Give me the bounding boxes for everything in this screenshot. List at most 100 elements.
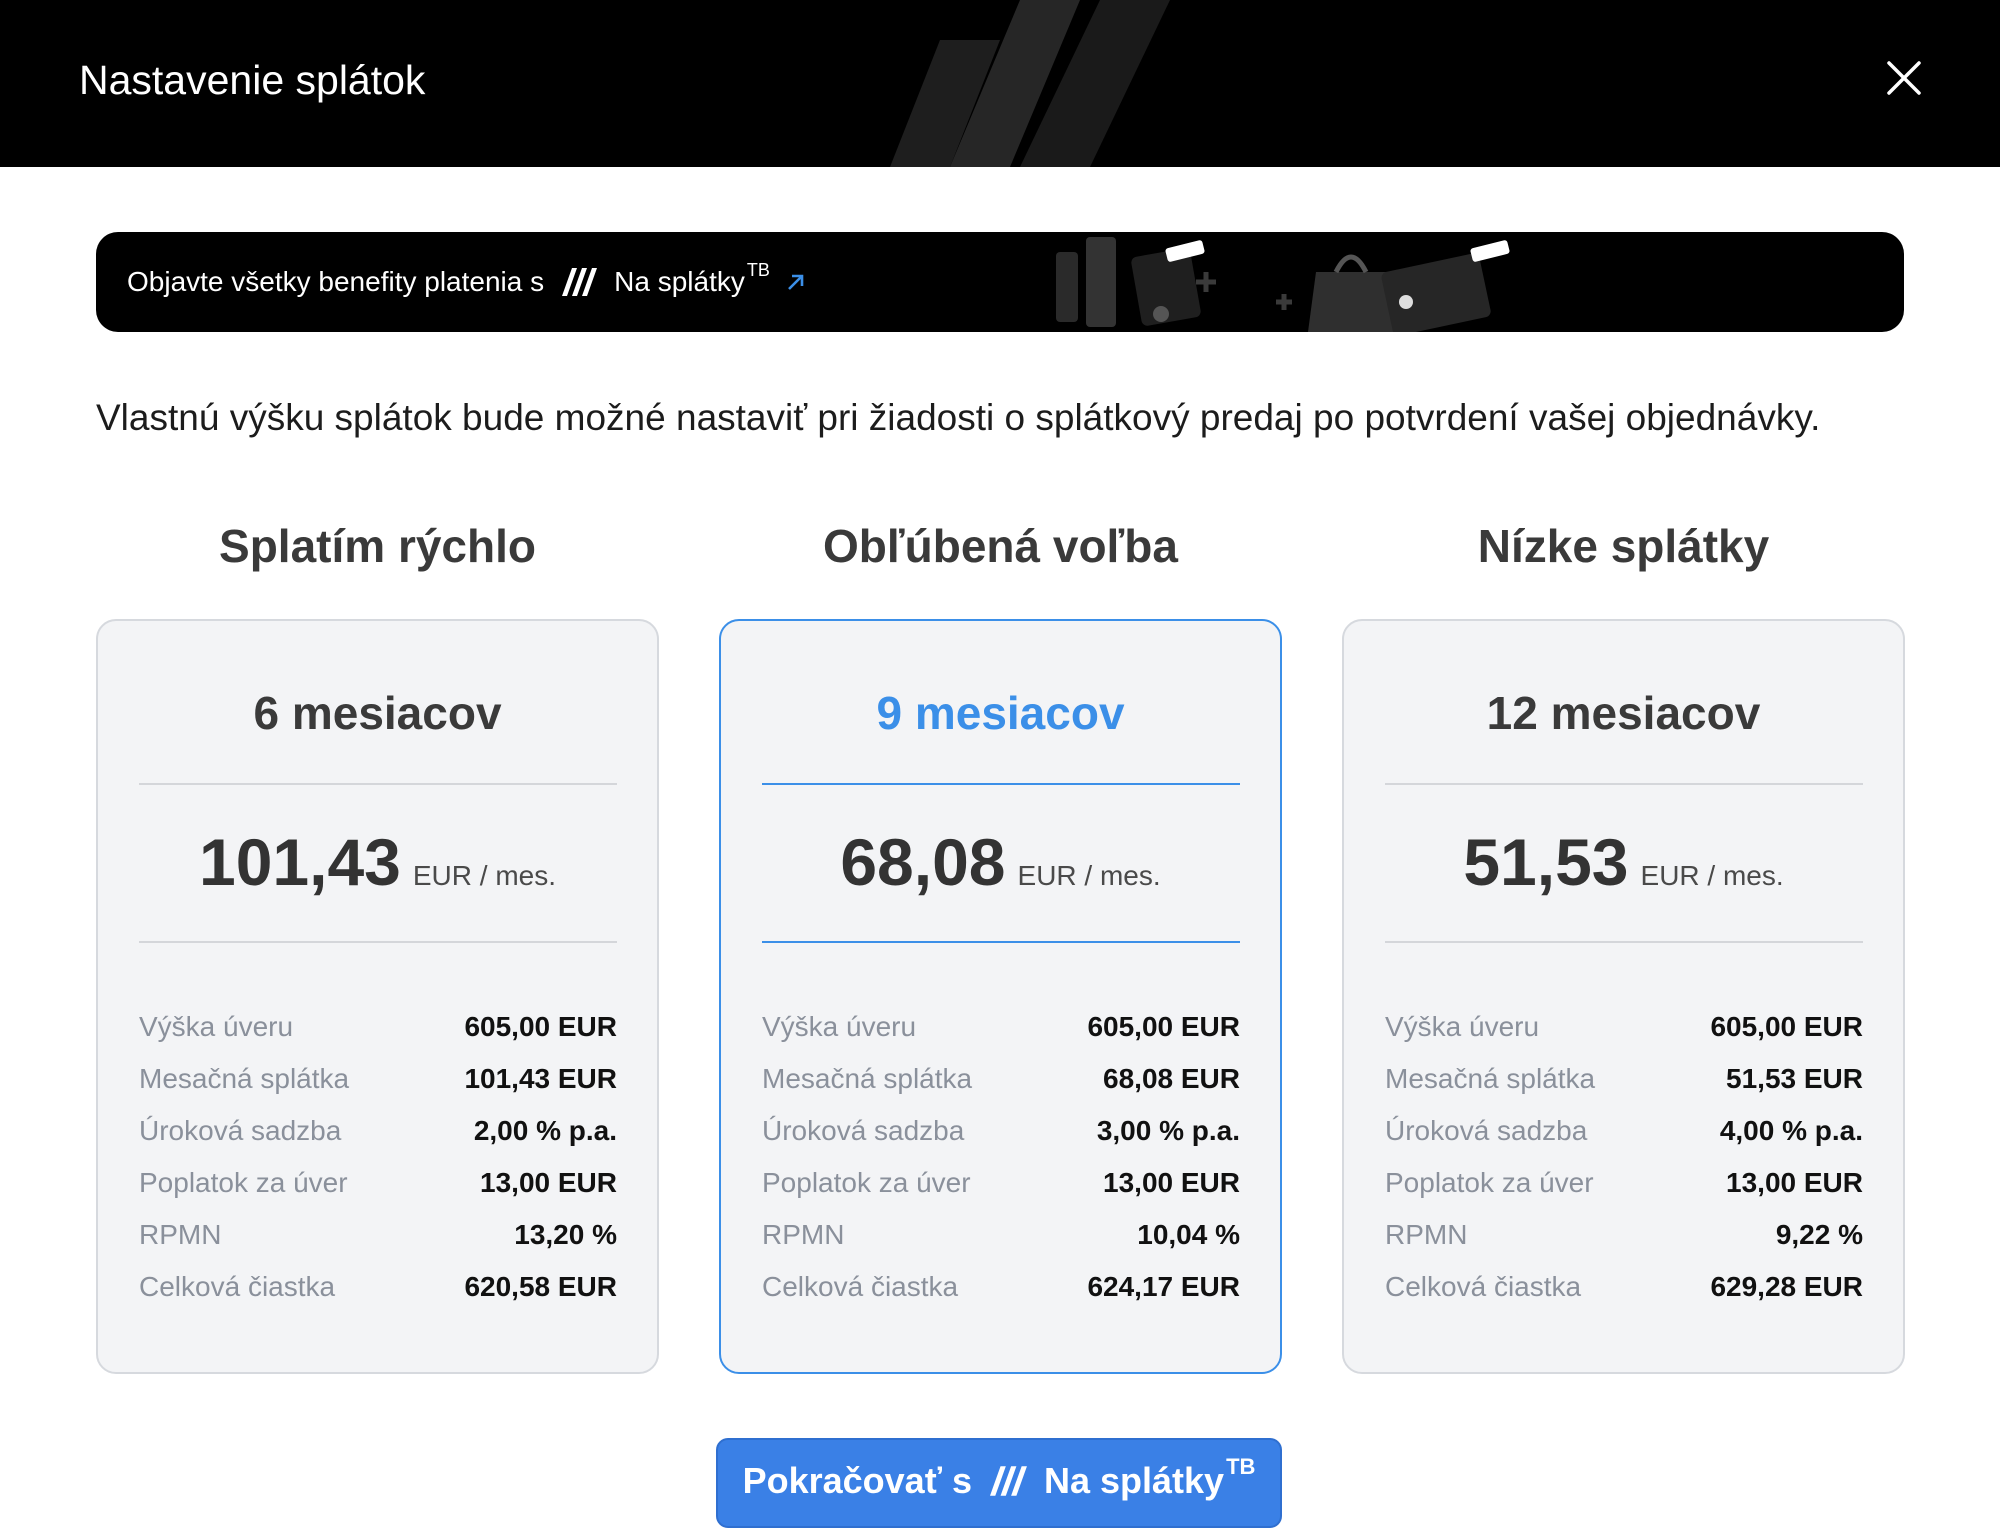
detail-value: 624,17 EUR [1087, 1271, 1240, 1302]
banner-illustration [1056, 237, 1510, 332]
detail-label: RPMN [1385, 1219, 1468, 1250]
banner-text: Objavte všetky benefity platenia s Na sp… [127, 232, 806, 332]
detail-label: Výška úveru [1385, 1011, 1540, 1042]
detail-value: 605,00 EUR [1087, 1011, 1240, 1042]
card-divider [1385, 783, 1863, 785]
option-title-fast: Splatím rýchlo [219, 520, 536, 572]
detail-row: RPMN 10,04 % [762, 1209, 1240, 1261]
detail-row: Úroková sadzba 2,00 % p.a. [139, 1105, 617, 1157]
brand-logo-icon [562, 268, 598, 296]
details-list: Výška úveru 605,00 EUR Mesačná splátka 51,… [1385, 1001, 1863, 1313]
card-divider [139, 941, 617, 943]
card-price: 51,53 EUR / mes. [1344, 817, 1903, 907]
option-card-12-months[interactable]: 12 mesiacov 51,53 EUR / mes. Výška úveru… [1342, 619, 1905, 1374]
close-button[interactable] [1880, 54, 1928, 102]
continue-button-brand-sup: TB [1226, 1454, 1256, 1479]
option-title-low: Nízke splátky [1477, 520, 1770, 572]
option-title-popular: Obľúbená voľba [823, 520, 1178, 572]
close-icon [1887, 61, 1921, 95]
intro-text: Vlastnú výšku splátok bude možné nastavi… [96, 397, 1821, 438]
detail-value: 620,58 EUR [464, 1271, 617, 1302]
detail-row: RPMN 13,20 % [139, 1209, 617, 1261]
continue-button-label: Pokračovať s [742, 1460, 972, 1501]
detail-value: 605,00 EUR [464, 1011, 617, 1042]
card-divider [1385, 941, 1863, 943]
detail-row: Úroková sadzba 4,00 % p.a. [1385, 1105, 1863, 1157]
detail-label: Výška úveru [139, 1011, 294, 1042]
benefits-banner[interactable]: Objavte všetky benefity platenia s Na sp… [96, 232, 1904, 332]
detail-row: Mesačná splátka 68,08 EUR [762, 1053, 1240, 1105]
detail-value: 13,00 EUR [1103, 1167, 1240, 1198]
detail-row: Celková čiastka 624,17 EUR [762, 1261, 1240, 1313]
card-months: 6 mesiacov [253, 687, 502, 739]
detail-value: 3,00 % p.a. [1096, 1115, 1240, 1146]
modal-title: Nastavenie splátok [79, 57, 426, 103]
detail-value: 68,08 EUR [1103, 1063, 1240, 1094]
monthly-price: 101,43 [198, 825, 401, 899]
detail-row: Mesačná splátka 51,53 EUR [1385, 1053, 1863, 1105]
card-divider [762, 941, 1240, 943]
detail-label: Poplatok za úver [762, 1167, 971, 1198]
card-months: 12 mesiacov [1486, 687, 1761, 739]
brand-logo-icon [989, 1466, 1027, 1496]
card-divider [762, 783, 1240, 785]
detail-label: Poplatok za úver [139, 1167, 348, 1198]
detail-label: Mesačná splátka [139, 1063, 350, 1094]
detail-value: 2,00 % p.a. [473, 1115, 617, 1146]
banner-brand-sup: TB [746, 259, 770, 280]
detail-label: Celková čiastka [1385, 1271, 1582, 1302]
detail-value: 13,20 % [514, 1219, 617, 1250]
detail-row: Poplatok za úver 13,00 EUR [762, 1157, 1240, 1209]
detail-label: Výška úveru [762, 1011, 917, 1042]
detail-label: Mesačná splátka [762, 1063, 973, 1094]
banner-label: Objavte všetky benefity platenia s [127, 266, 545, 297]
detail-label: Celková čiastka [762, 1271, 959, 1302]
card-price: 101,43 EUR / mes. [98, 817, 657, 907]
card-months: 9 mesiacov [876, 687, 1125, 739]
monthly-price: 68,08 [840, 825, 1006, 899]
option-card-9-months[interactable]: 9 mesiacov 68,08 EUR / mes. Výška úveru 6… [719, 619, 1282, 1374]
continue-button-brand: Na splátky [1043, 1460, 1225, 1501]
price-unit: EUR / mes. [412, 860, 556, 891]
detail-value: 51,53 EUR [1726, 1063, 1863, 1094]
monthly-price: 51,53 [1463, 825, 1629, 899]
detail-row: Poplatok za úver 13,00 EUR [139, 1157, 617, 1209]
detail-value: 4,00 % p.a. [1719, 1115, 1863, 1146]
detail-value: 9,22 % [1775, 1219, 1863, 1250]
detail-label: Úroková sadzba [1385, 1115, 1588, 1146]
details-list: Výška úveru 605,00 EUR Mesačná splátka 68,… [762, 1001, 1240, 1313]
detail-row: Výška úveru 605,00 EUR [762, 1001, 1240, 1053]
detail-row: Výška úveru 605,00 EUR [1385, 1001, 1863, 1053]
detail-row: Mesačná splátka 101,43 EUR [139, 1053, 617, 1105]
banner-brand: Na splátky [614, 266, 745, 297]
detail-value: 13,00 EUR [480, 1167, 617, 1198]
detail-label: Úroková sadzba [139, 1115, 342, 1146]
detail-label: RPMN [139, 1219, 222, 1250]
detail-value: 13,00 EUR [1726, 1167, 1863, 1198]
detail-label: Celková čiastka [139, 1271, 336, 1302]
card-divider [139, 783, 617, 785]
detail-value: 629,28 EUR [1710, 1271, 1863, 1302]
detail-value: 101,43 EUR [464, 1063, 617, 1094]
price-unit: EUR / mes. [1640, 860, 1784, 891]
detail-row: Úroková sadzba 3,00 % p.a. [762, 1105, 1240, 1157]
price-unit: EUR / mes. [1017, 860, 1161, 891]
detail-value: 10,04 % [1137, 1219, 1240, 1250]
detail-row: Celková čiastka 629,28 EUR [1385, 1261, 1863, 1313]
detail-label: Úroková sadzba [762, 1115, 965, 1146]
detail-label: Mesačná splátka [1385, 1063, 1596, 1094]
card-price: 68,08 EUR / mes. [721, 817, 1280, 907]
detail-row: Celková čiastka 620,58 EUR [139, 1261, 617, 1313]
details-list: Výška úveru 605,00 EUR Mesačná splátka 101… [139, 1001, 617, 1313]
detail-label: RPMN [762, 1219, 845, 1250]
continue-button[interactable]: Pokračovať s Na splátky TB [716, 1438, 1282, 1528]
detail-row: RPMN 9,22 % [1385, 1209, 1863, 1261]
modal-header: Nastavenie splátok [0, 0, 2000, 167]
detail-row: Poplatok za úver 13,00 EUR [1385, 1157, 1863, 1209]
detail-row: Výška úveru 605,00 EUR [139, 1001, 617, 1053]
detail-label: Poplatok za úver [1385, 1167, 1594, 1198]
option-card-6-months[interactable]: 6 mesiacov 101,43 EUR / mes. Výška úveru… [96, 619, 659, 1374]
arrow-up-right-icon [787, 274, 804, 290]
header-decoration [890, 0, 1170, 167]
detail-value: 605,00 EUR [1710, 1011, 1863, 1042]
